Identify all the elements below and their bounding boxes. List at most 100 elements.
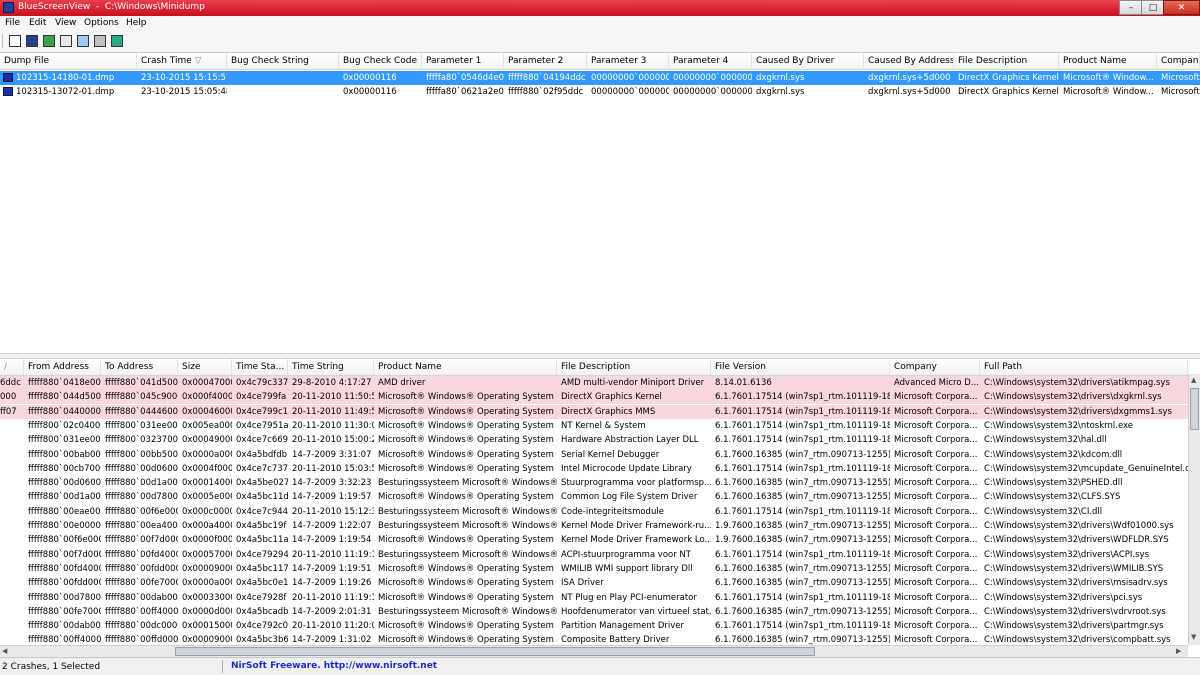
- driver-row[interactable]: 6ddc fffff880`0418e000 fffff880`041d5000 0x…: [0, 376, 1188, 390]
- driver-cell: 20-11-2010 11:30:02: [292, 420, 374, 431]
- maximize-button[interactable]: □: [1141, 0, 1165, 15]
- col-file-version[interactable]: File Version: [711, 359, 890, 375]
- driver-cell: DirectX Graphics MMS: [561, 406, 656, 417]
- col-from-address[interactable]: From Address: [24, 359, 101, 375]
- col-caused-by-address[interactable]: Caused By Address: [864, 53, 954, 69]
- col-time-stamp[interactable]: Time Sta...: [232, 359, 288, 375]
- driver-cell: Microsoft® Windows® Operating System: [378, 463, 554, 474]
- driver-cell: 0x4ce792c0: [236, 621, 288, 632]
- driver-cell: fffff880`00ff4000: [105, 606, 178, 617]
- driver-cell: 0x00009000: [182, 563, 232, 574]
- menu-help[interactable]: Help: [126, 18, 147, 28]
- driver-row[interactable]: fffff800`00bab000 fffff800`00bb5000 0x0000…: [0, 448, 1188, 462]
- col-size[interactable]: Size: [178, 359, 232, 375]
- col-parameter-4[interactable]: Parameter 4: [669, 53, 752, 69]
- driver-cell: fffff880`00ea4000: [105, 521, 178, 531]
- html-report-icon[interactable]: [77, 35, 89, 47]
- driver-cell: Microsoft® Windows® Operating System: [378, 420, 554, 431]
- driver-row[interactable]: fffff880`00fd4000 fffff880`00fdd000 0x0000…: [0, 562, 1188, 576]
- col-product-name[interactable]: Product Name: [1059, 53, 1157, 69]
- scroll-up-icon[interactable]: ▲: [1191, 376, 1196, 384]
- col-caused-by-driver[interactable]: Caused By Driver: [752, 53, 864, 69]
- col-dump-file[interactable]: Dump File: [0, 53, 137, 69]
- crash-row[interactable]: 102315-14180-01.dmp 23-10-2015 15:15:57 0x…: [0, 71, 1200, 85]
- driver-cell: fffff880`00e00000: [28, 521, 101, 531]
- driver-cell: C:\Windows\system32\CLFS.SYS: [984, 492, 1121, 503]
- minimize-button[interactable]: –: [1119, 0, 1143, 15]
- menu-view[interactable]: View: [55, 18, 76, 28]
- driver-row[interactable]: fffff880`00cb7000 fffff880`00d06000 0x0004…: [0, 462, 1188, 476]
- col-parameter-3[interactable]: Parameter 3: [587, 53, 669, 69]
- col-full-path[interactable]: Full Path: [980, 359, 1188, 375]
- menu-file[interactable]: File: [5, 18, 20, 28]
- col-parameter-1[interactable]: Parameter 1: [422, 53, 504, 69]
- save-icon[interactable]: [26, 35, 38, 47]
- properties-icon[interactable]: [9, 35, 21, 47]
- driver-list: / From Address To Address Size Time Sta.…: [0, 359, 1188, 645]
- crash-cell-container: dxgkrnl.sys: [752, 85, 864, 99]
- menu-edit[interactable]: Edit: [29, 18, 46, 28]
- driver-cell: [0, 548, 24, 562]
- driver-row[interactable]: fffff880`00f6e000 fffff880`00f7d000 0x0000…: [0, 533, 1188, 547]
- driver-row[interactable]: ff07 fffff880`04400000 fffff880`04446000 0x…: [0, 404, 1188, 419]
- col-file-description[interactable]: File Description: [954, 53, 1059, 69]
- driver-row[interactable]: fffff880`00d1a000 fffff880`00d78000 0x0005…: [0, 490, 1188, 504]
- driver-row[interactable]: fffff880`00ff4000 fffff880`00ffd000 0x0000…: [0, 633, 1188, 645]
- scroll-down-icon[interactable]: ▼: [1191, 633, 1196, 641]
- crash-cell: 00000000`000000...: [673, 87, 752, 97]
- driver-cell: 0x4c79c337: [236, 378, 288, 388]
- driver-cell: 14-7-2009 1:22:07: [292, 521, 372, 531]
- driver-row[interactable]: fffff880`00dab000 fffff880`00dc0000 0x0001…: [0, 619, 1188, 633]
- driver-row[interactable]: fffff880`00eae000 fffff880`00f6e000 0x000c…: [0, 505, 1188, 519]
- nirsoft-link[interactable]: NirSoft Freeware. http://www.nirsoft.net: [231, 661, 437, 671]
- vertical-scroll-thumb[interactable]: [1190, 388, 1199, 430]
- scroll-left-icon[interactable]: ◀: [2, 647, 7, 655]
- col-company[interactable]: Company: [1157, 53, 1200, 69]
- driver-cell: 0x4a5bcadb: [236, 606, 288, 617]
- col-bug-check-string[interactable]: Bug Check String: [227, 53, 339, 69]
- driver-row[interactable]: fffff880`00d06000 fffff880`00d1a000 0x0001…: [0, 476, 1188, 490]
- close-button[interactable]: ✕: [1163, 0, 1200, 15]
- refresh-icon[interactable]: [43, 35, 55, 47]
- col-product-name-lower[interactable]: Product Name: [374, 359, 557, 375]
- driver-cell: 14-7-2009 2:01:31: [292, 606, 372, 617]
- driver-row[interactable]: fffff880`00fe7000 fffff880`00ff4000 0x0000…: [0, 605, 1188, 619]
- crash-cell-container: Microsoft® Window...: [1059, 85, 1157, 99]
- driver-row[interactable]: fffff800`031ee000 fffff800`03237000 0x0004…: [0, 433, 1188, 447]
- driver-row[interactable]: fffff800`02c04000 fffff800`031ee000 0x005e…: [0, 419, 1188, 433]
- scroll-right-icon[interactable]: ▶: [1176, 647, 1181, 655]
- driver-cell: 6.1.7600.16385 (win7_rtm.090713-1255): [715, 606, 890, 617]
- crash-row[interactable]: 102315-13072-01.dmp 23-10-2015 15:05:48 0x…: [0, 85, 1200, 99]
- driver-row[interactable]: 000 fffff880`044d5000 fffff880`045c9000 0x0…: [0, 390, 1188, 405]
- driver-cell: Microsoft Corpora...: [894, 449, 978, 460]
- advanced-options-icon[interactable]: [94, 35, 106, 47]
- exit-icon[interactable]: [111, 35, 123, 47]
- driver-cell: 6.1.7600.16385 (win7_rtm.090713-1255): [715, 492, 890, 503]
- crash-cell: 00000000`000000...: [673, 73, 752, 83]
- col-time-string[interactable]: Time String: [288, 359, 374, 375]
- col-filename[interactable]: /: [0, 359, 24, 375]
- col-crash-time[interactable]: Crash Time ▽: [137, 53, 227, 69]
- driver-cell: 1.9.7600.16385 (win7_rtm.090713-1255): [715, 521, 890, 531]
- col-bug-check-code[interactable]: Bug Check Code: [339, 53, 422, 69]
- driver-row[interactable]: fffff880`00f7d000 fffff880`00fd4000 0x0005…: [0, 548, 1188, 562]
- driver-cell: 20-11-2010 15:00:25: [292, 435, 374, 446]
- copy-icon[interactable]: [60, 35, 72, 47]
- horizontal-scrollbar[interactable]: ◀ ▶: [0, 645, 1188, 657]
- driver-cell: C:\Windows\system32\PSHED.dll: [984, 478, 1123, 489]
- horizontal-scroll-thumb[interactable]: [175, 647, 815, 656]
- col-parameter-2[interactable]: Parameter 2: [504, 53, 587, 69]
- menu-options[interactable]: Options: [84, 18, 119, 28]
- driver-row[interactable]: fffff880`00fdd000 fffff880`00fe7000 0x0000…: [0, 576, 1188, 590]
- vertical-scrollbar[interactable]: ▲ ▼: [1188, 374, 1200, 645]
- col-to-address[interactable]: To Address: [101, 359, 178, 375]
- driver-row[interactable]: fffff880`00e00000 fffff880`00ea4000 0x000a…: [0, 519, 1188, 533]
- driver-cell: C:\Windows\system32\drivers\compbatt.sys: [984, 635, 1171, 645]
- col-file-description-lower[interactable]: File Description: [557, 359, 711, 375]
- driver-cell: ff07: [0, 406, 17, 417]
- driver-cell: Microsoft Corpora...: [894, 606, 978, 617]
- driver-cell: Microsoft® Windows® Operating System: [378, 635, 554, 645]
- driver-cell: 0x4ce7928f: [236, 592, 287, 603]
- col-company-lower[interactable]: Company: [890, 359, 980, 375]
- driver-row[interactable]: fffff880`00d78000 fffff880`00dab000 0x0003…: [0, 591, 1188, 605]
